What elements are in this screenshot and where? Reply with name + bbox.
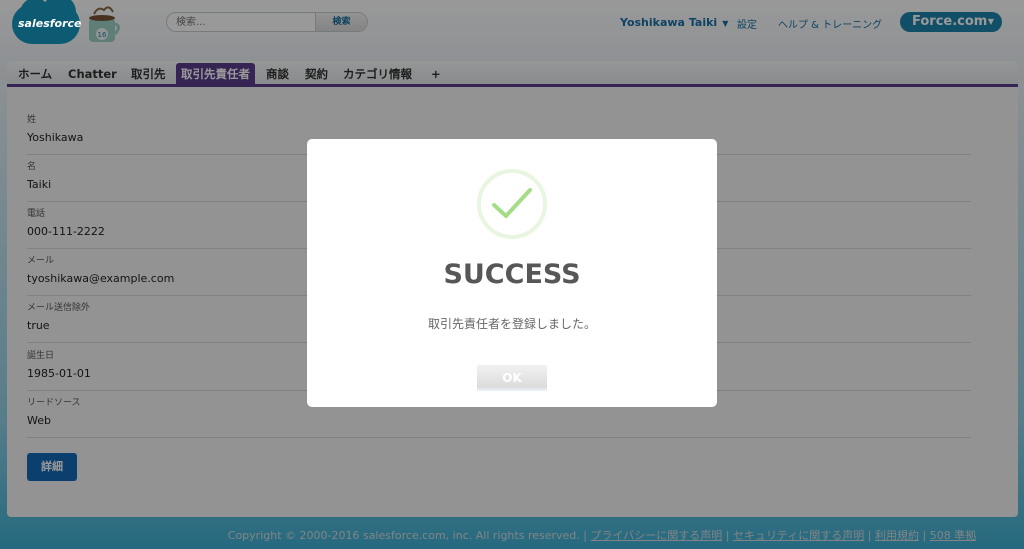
- ok-button[interactable]: OK: [477, 365, 547, 391]
- success-dialog: SUCCESS 取引先責任者を登録しました。 OK: [307, 139, 717, 407]
- success-check-icon: [477, 169, 547, 239]
- dialog-message: 取引先責任者を登録しました。: [427, 317, 596, 331]
- modal-overlay[interactable]: SUCCESS 取引先責任者を登録しました。 OK: [0, 0, 1024, 549]
- dialog-title: SUCCESS: [443, 259, 581, 290]
- logo-text: salesforce: [18, 17, 82, 30]
